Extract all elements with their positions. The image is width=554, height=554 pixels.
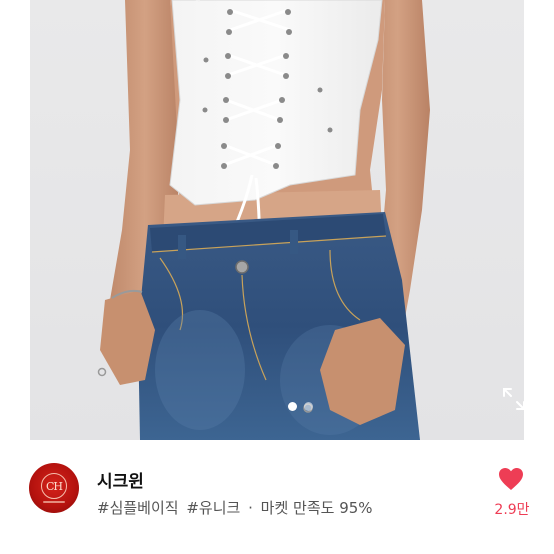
shop-tags: #심플베이직 #유니크 · 마켓 만족도 95%	[97, 497, 376, 518]
heart-icon[interactable]	[498, 467, 524, 491]
gallery-pager[interactable]	[288, 402, 313, 411]
product-photo[interactable]	[30, 0, 524, 440]
like-count: 2.9만	[494, 502, 530, 518]
expand-icon[interactable]	[500, 385, 528, 413]
market-satisfaction: 마켓 만족도 95%	[260, 499, 373, 517]
logo-letters: CH	[41, 473, 67, 499]
shop-tag[interactable]: #심플베이직	[97, 499, 179, 517]
tag-separator: ·	[248, 499, 253, 517]
shop-logo-icon[interactable]: CH	[29, 463, 79, 513]
shop-name[interactable]: 시크윈	[97, 467, 144, 492]
pager-dot[interactable]	[304, 402, 313, 411]
logo-underline	[43, 501, 65, 503]
shop-info: CH 시크윈 #심플베이직 #유니크 · 마켓 만족도 95% 2.9만	[0, 440, 554, 554]
pager-dot-active[interactable]	[288, 402, 297, 411]
shop-tag[interactable]: #유니크	[186, 499, 240, 517]
product-card: CH 시크윈 #심플베이직 #유니크 · 마켓 만족도 95% 2.9만	[0, 0, 554, 554]
